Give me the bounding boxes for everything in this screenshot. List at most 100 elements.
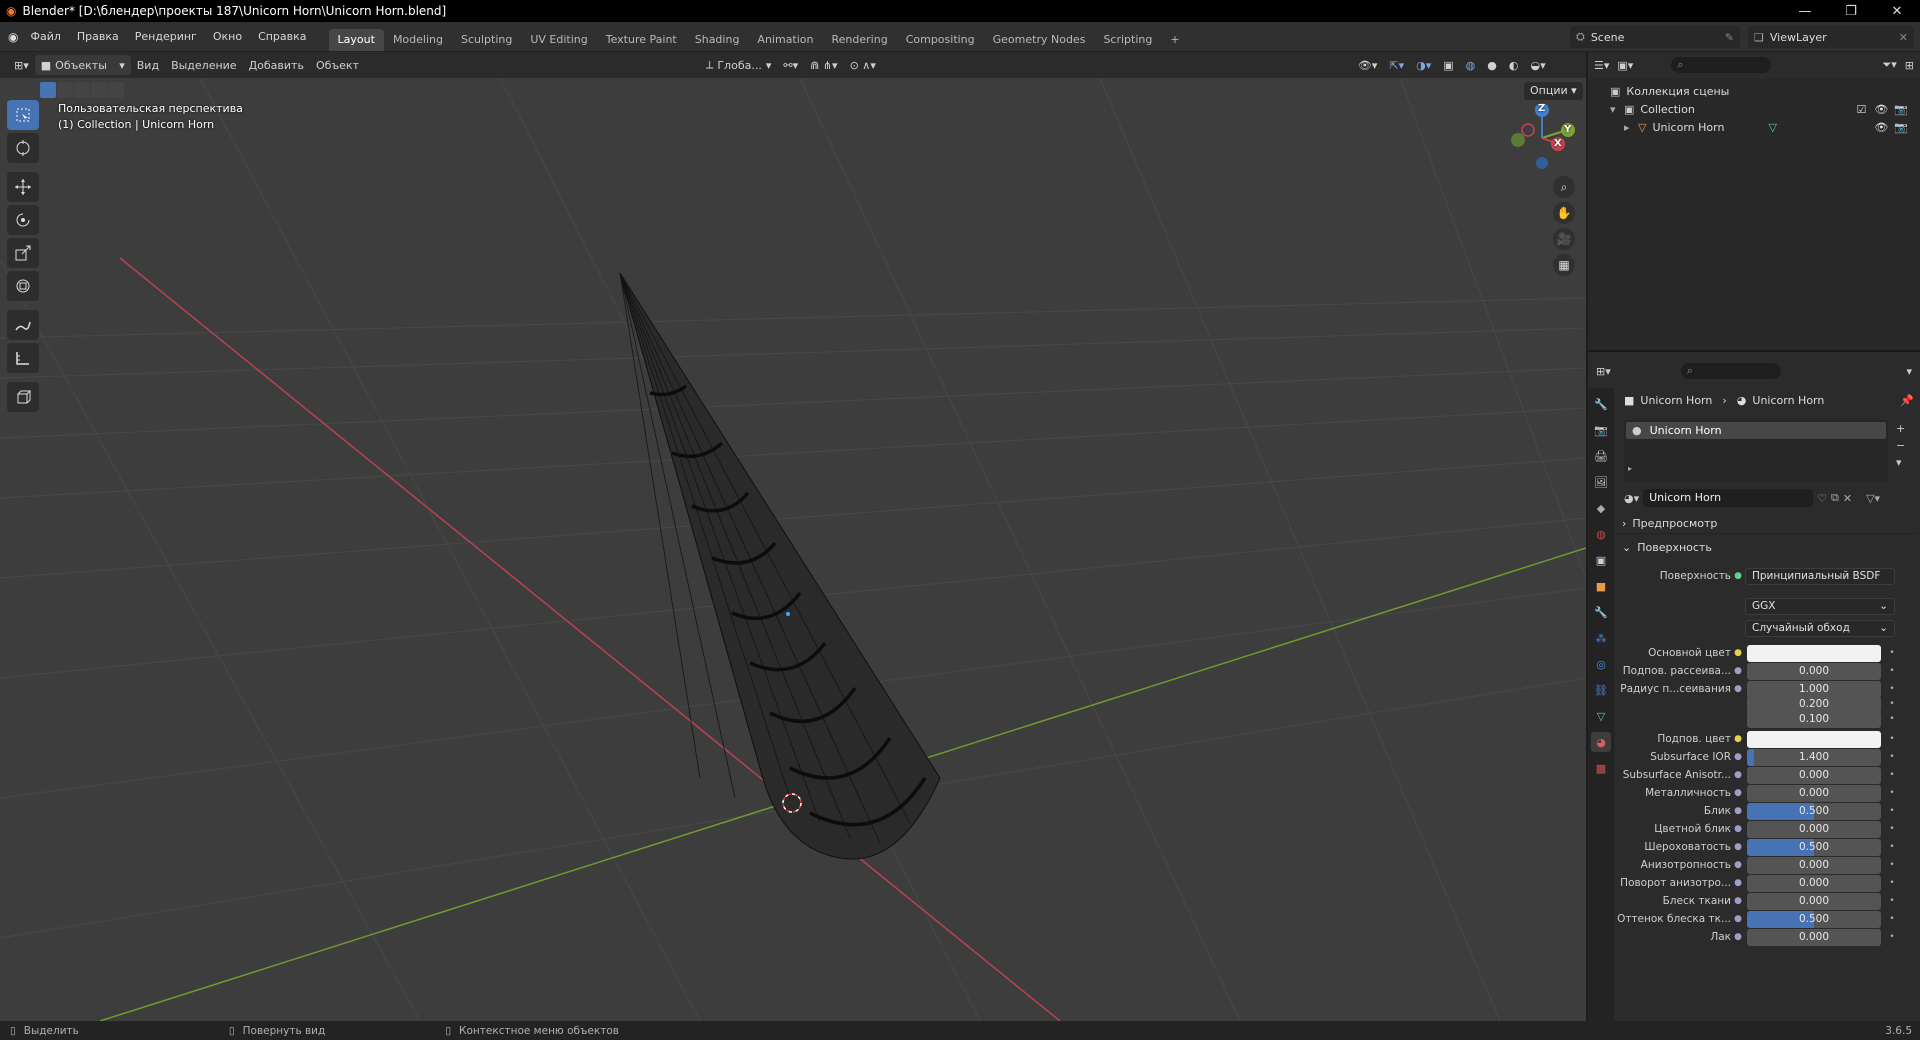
menu-edit[interactable]: Правка — [69, 30, 127, 43]
keyframe-dot-icon[interactable]: • — [1885, 860, 1899, 870]
expand-arrow-icon[interactable]: ▾ — [1610, 103, 1624, 116]
panel-surface-header[interactable]: ⌄ Поверхность — [1616, 537, 1916, 557]
subsurface-method-dropdown[interactable]: Случайный обход ⌄ — [1745, 619, 1895, 637]
input-socket-icon[interactable]: ● — [1731, 734, 1745, 744]
keyframe-dot-icon[interactable]: • — [1885, 714, 1899, 724]
select-new-icon[interactable] — [40, 82, 56, 98]
keyframe-dot-icon[interactable]: • — [1885, 878, 1899, 888]
outliner-scene-collection[interactable]: ▣ Коллекция сцены — [1610, 82, 1920, 100]
zoom-icon[interactable]: ⌕ — [1553, 176, 1575, 198]
input-socket-icon[interactable]: ● — [1731, 932, 1745, 942]
input-socket-icon[interactable]: ● — [1731, 770, 1745, 780]
input-socket-icon[interactable]: ● — [1731, 860, 1745, 870]
view-layer-selector[interactable]: ❏ ViewLayer ✕ — [1748, 26, 1914, 48]
object-tab-icon[interactable]: ■ — [1591, 576, 1611, 596]
mesh-data-icon[interactable]: ▽ — [1768, 121, 1776, 134]
new-collection-icon[interactable]: ⊞ — [1905, 59, 1914, 72]
duplicate-material-icon[interactable]: ⧉ — [1831, 491, 1839, 505]
value-slider[interactable]: 0.000 — [1747, 874, 1881, 892]
select-invert-icon[interactable] — [91, 82, 107, 98]
camera-icon[interactable]: 🎥 — [1553, 228, 1575, 250]
value-slider[interactable]: 0.000 — [1747, 856, 1881, 874]
tab-shading[interactable]: Shading — [686, 29, 749, 51]
keyframe-dot-icon[interactable]: • — [1885, 842, 1899, 852]
keyframe-dot-icon[interactable]: • — [1885, 932, 1899, 942]
3d-viewport[interactable]: Z Y X Пользовательская перспектива (1) C… — [0, 78, 1586, 1021]
tool-select-box[interactable] — [7, 100, 39, 130]
keyframe-dot-icon[interactable]: • — [1885, 699, 1899, 709]
editor-type-button[interactable]: ⊞▾ — [8, 55, 35, 75]
input-socket-icon[interactable]: ● — [1731, 752, 1745, 762]
overlay-toggle[interactable]: ◑▾ — [1410, 55, 1437, 75]
display-mode-icon[interactable]: ▣▾ — [1617, 59, 1633, 72]
keyframe-dot-icon[interactable]: • — [1885, 684, 1899, 694]
menu-render[interactable]: Рендеринг — [127, 30, 205, 43]
visibility-eye-icon[interactable]: 👁 — [1874, 121, 1888, 134]
input-socket-icon[interactable]: ● — [1731, 842, 1745, 852]
link-type-icon[interactable]: ▽▾ — [1866, 492, 1880, 505]
input-socket-icon[interactable]: ● — [1731, 684, 1745, 694]
outliner-editor-icon[interactable]: ☰▾ — [1594, 59, 1609, 72]
tab-sculpting[interactable]: Sculpting — [452, 29, 521, 51]
fake-user-icon[interactable]: ♡ — [1817, 492, 1827, 505]
orientation-dropdown[interactable]: ⟂ Глоба... ▾ — [700, 55, 777, 75]
value-slider[interactable]: 0.500 — [1747, 838, 1881, 856]
input-socket-icon[interactable]: ● — [1731, 666, 1745, 676]
properties-editor-icon[interactable]: ⊞▾ — [1596, 365, 1611, 378]
keyframe-dot-icon[interactable]: • — [1885, 666, 1899, 676]
shading-wireframe[interactable]: ◍ — [1460, 55, 1482, 75]
expand-arrow-icon[interactable]: ▸ — [1628, 464, 1632, 473]
particles-tab-icon[interactable]: ⁂ — [1591, 628, 1611, 648]
render-tab-icon[interactable]: 📷 — [1591, 420, 1611, 440]
value-slider[interactable]: 0.100 — [1747, 710, 1881, 728]
keyframe-dot-icon[interactable]: • — [1885, 752, 1899, 762]
scene-tab-icon[interactable]: ◆ — [1591, 498, 1611, 518]
keyframe-dot-icon[interactable]: • — [1885, 824, 1899, 834]
keyframe-dot-icon[interactable]: • — [1885, 914, 1899, 924]
value-slider[interactable]: 0.500 — [1747, 910, 1881, 928]
menu-add[interactable]: Добавить — [243, 55, 310, 75]
tool-measure[interactable] — [7, 343, 39, 373]
minimize-button[interactable]: — — [1782, 4, 1828, 19]
menu-help[interactable]: Справка — [250, 30, 314, 43]
menu-object[interactable]: Объект — [310, 55, 365, 75]
tool-rotate[interactable] — [7, 205, 39, 235]
tab-modeling[interactable]: Modeling — [384, 29, 452, 51]
restore-button[interactable]: ❐ — [1828, 4, 1874, 19]
slot-menu-button[interactable]: ▾ — [1896, 456, 1905, 469]
shading-rendered[interactable]: ◒▾ — [1524, 55, 1551, 75]
xray-toggle[interactable]: ▣ — [1437, 55, 1459, 75]
surface-shader-dropdown[interactable]: Принципиальный BSDF — [1745, 567, 1895, 585]
close-button[interactable]: ✕ — [1874, 4, 1920, 19]
gizmo-toggle[interactable]: ⇱▾ — [1383, 55, 1410, 75]
value-slider[interactable]: 0.000 — [1747, 892, 1881, 910]
tab-texture-paint[interactable]: Texture Paint — [597, 29, 686, 51]
keyframe-dot-icon[interactable]: • — [1885, 896, 1899, 906]
visibility-button[interactable]: 👁▾ — [1352, 55, 1384, 75]
pin-icon[interactable]: 📌 — [1900, 394, 1914, 407]
material-browse-icon[interactable]: ◕▾ — [1624, 492, 1639, 505]
tool-scale[interactable] — [7, 238, 39, 268]
color-swatch[interactable] — [1747, 644, 1881, 662]
ortho-grid-icon[interactable]: ▦ — [1553, 254, 1575, 276]
exclude-checkbox[interactable]: ☑ — [1856, 103, 1866, 116]
expand-arrow-icon[interactable]: ▸ — [1624, 121, 1638, 134]
tab-rendering[interactable]: Rendering — [823, 29, 897, 51]
tab-scripting[interactable]: Scripting — [1094, 29, 1161, 51]
select-subtract-icon[interactable] — [74, 82, 90, 98]
pin-icon[interactable]: ✎ — [1725, 31, 1734, 44]
input-socket-icon[interactable]: ● — [1731, 788, 1745, 798]
filter-icon[interactable]: ⏷▾ — [1882, 58, 1896, 72]
remove-slot-button[interactable]: − — [1896, 439, 1905, 452]
menu-select[interactable]: Выделение — [165, 55, 243, 75]
keyframe-dot-icon[interactable]: • — [1885, 734, 1899, 744]
tab-compositing[interactable]: Compositing — [897, 29, 984, 51]
world-tab-icon[interactable]: ◍ — [1591, 524, 1611, 544]
value-slider[interactable]: 1.400 — [1747, 748, 1881, 766]
input-socket-icon[interactable]: ● — [1731, 878, 1745, 888]
keyframe-dot-icon[interactable]: • — [1885, 806, 1899, 816]
view-layer-close-icon[interactable]: ✕ — [1899, 31, 1908, 44]
value-slider[interactable]: 0.500 — [1747, 802, 1881, 820]
menu-view[interactable]: Вид — [131, 55, 165, 75]
collection-tab-icon[interactable]: ▣ — [1591, 550, 1611, 570]
